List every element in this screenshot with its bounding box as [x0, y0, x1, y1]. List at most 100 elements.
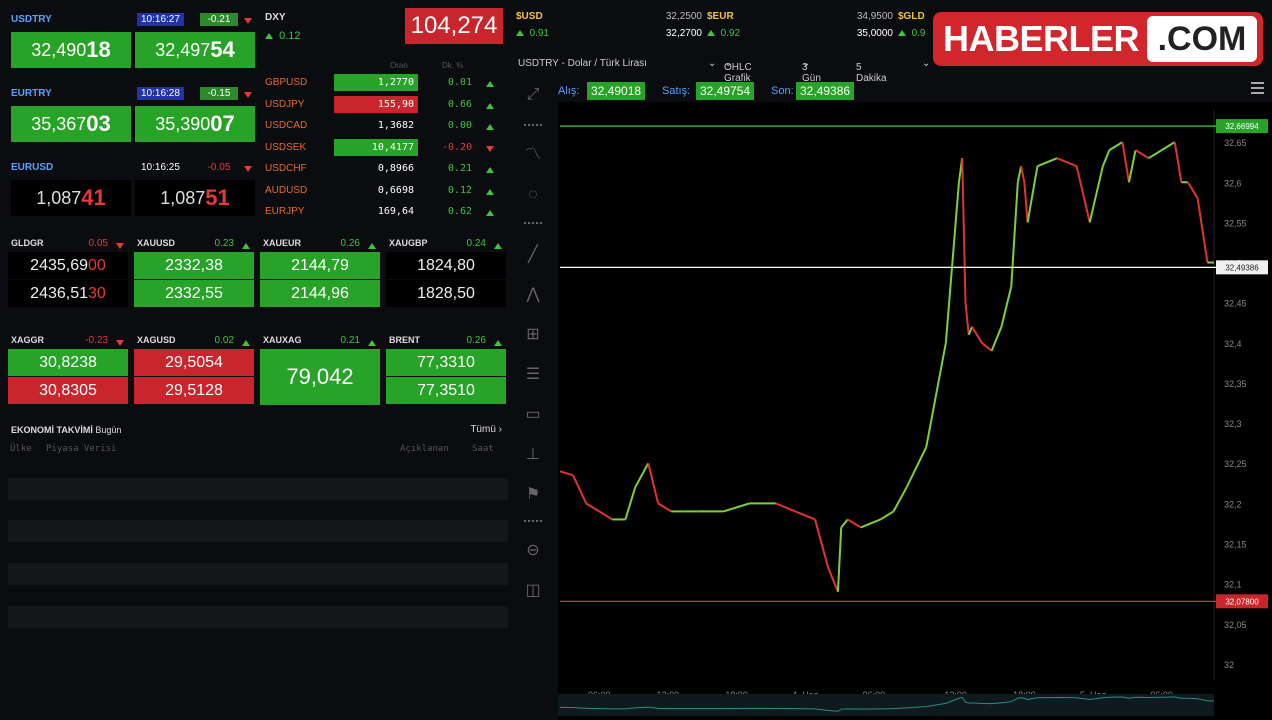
arrow-up-icon — [516, 30, 524, 37]
dxy-tile[interactable]: DXY 0.12 104,274 — [262, 6, 506, 46]
fx-time: 10:16:25 — [141, 162, 180, 173]
commodity-bid: 29,5054 — [134, 349, 254, 376]
commodity-ask: 2144,96 — [260, 280, 380, 307]
cross-row-gbpusd[interactable]: GBPUSD 1,2770 0.01 — [262, 72, 506, 94]
hamburger-menu-icon[interactable] — [1251, 82, 1264, 94]
arrow-up-icon — [494, 242, 502, 249]
cross-row-audusd[interactable]: AUDUSD 0,6698 0.12 — [262, 180, 506, 202]
fx-change: -0.21 — [200, 13, 238, 26]
ticker-symbol: $EUR — [707, 11, 734, 22]
calendar-row — [8, 563, 508, 585]
commodity-change: -0.23 — [85, 335, 108, 346]
fx-bid[interactable]: 32,490 18 — [11, 32, 131, 68]
fx-time: 10:16:27 — [137, 13, 184, 26]
calendar-row — [8, 606, 508, 628]
fx-time: 10:16:28 — [137, 87, 184, 100]
chevron-down-icon[interactable]: ⌄ — [708, 58, 716, 69]
commodity-name: XAUEUR — [263, 238, 302, 248]
cross-row-usdchf[interactable]: USDCHF 0,8966 0.21 — [262, 158, 506, 180]
cross-row-usdcad[interactable]: USDCAD 1,3682 0.00 — [262, 115, 506, 137]
fx-ask[interactable]: 1,087 51 — [135, 180, 255, 216]
arrow-up-icon — [242, 242, 250, 249]
level-label: 32,49386 — [1225, 263, 1259, 272]
arrow-down-icon — [116, 242, 124, 249]
y-tick-label: 32,15 — [1224, 540, 1247, 550]
commodity-change: 0.05 — [88, 238, 108, 249]
pitchfork-icon[interactable]: ⋀ — [522, 284, 544, 306]
fx-bid[interactable]: 35,367 03 — [11, 106, 131, 142]
commodity-xauusd[interactable]: XAUUSD 0.23 2332,38 2332,55 — [134, 234, 254, 308]
commodity-gldgr[interactable]: GLDGR 0.05 2435,69 00 2436,51 30 — [8, 234, 128, 308]
commodity-bid: 30,8238 — [8, 349, 128, 376]
commodity-ask: 77,3510 — [386, 377, 506, 404]
commodity-name: XAUGBP — [389, 238, 428, 248]
arrow-up-icon — [494, 339, 502, 346]
arrow-up-icon — [486, 167, 494, 174]
chart-background — [558, 102, 1272, 720]
fx-tile-eurusd[interactable]: EURUSD 10:16:25 -0.05 1,087 41 1,087 51 — [8, 158, 255, 216]
commodity-ask: 29,5128 — [134, 377, 254, 404]
commodity-brent[interactable]: BRENT 0.26 77,3310 77,3510 — [386, 331, 506, 405]
last-label: Son: — [771, 85, 794, 97]
ticker-0[interactable]: $USD 32,2500 0.91 32,2700 — [512, 6, 702, 46]
commodity-ask: 1828,50 — [386, 280, 506, 307]
chevron-down-icon[interactable]: ⌄ — [922, 58, 930, 69]
economic-calendar: EKONOMİ TAKVİMİ Bugün Tümü › Ülke Piyasa… — [8, 420, 508, 720]
commodity-xaggr[interactable]: XAGGR -0.23 30,8238 30,8305 — [8, 331, 128, 405]
zoom-icon[interactable]: ⊖ — [522, 540, 544, 562]
commodity-name: XAUXAG — [263, 335, 302, 345]
fx-tile-usdtry[interactable]: USDTRY 10:16:27 -0.21 32,490 18 32,497 54 — [8, 10, 255, 68]
fib-levels-icon[interactable]: ☰ — [522, 364, 544, 386]
arrow-down-icon — [116, 339, 124, 346]
eye-hidden-icon[interactable]: ◌ — [522, 184, 544, 206]
price-chart[interactable]: 32,6532,632,5532,532,4532,432,3532,332,2… — [558, 102, 1272, 720]
y-tick-label: 32,3 — [1224, 419, 1242, 429]
measure-icon[interactable]: ⊥ — [522, 444, 544, 466]
fx-ask[interactable]: 35,390 07 — [135, 106, 255, 142]
cross-value: 169,64 — [377, 206, 414, 217]
trendline-icon[interactable]: ╱ — [522, 244, 544, 266]
cross-row-usdjpy[interactable]: USDJPY 155,90 0.66 — [262, 94, 506, 116]
arrow-up-icon — [368, 339, 376, 346]
col-country: Ülke — [10, 444, 32, 454]
commodity-xauxag[interactable]: XAUXAG 0.21 79,042 — [260, 331, 380, 405]
commodity-value: 79,042 — [260, 349, 380, 405]
y-tick-label: 32 — [1224, 660, 1234, 670]
calendar-all-link[interactable]: Tümü › — [470, 424, 502, 435]
ticker-symbol: $USD — [516, 11, 543, 22]
fx-tile-eurtry[interactable]: EURTRY 10:16:28 -0.15 35,367 03 35,390 07 — [8, 84, 255, 142]
chart-type-select[interactable]: OHLC Grafik ⌄ — [724, 58, 752, 84]
cross-row-usdsek[interactable]: USDSEK 10,4177 -0.20 — [262, 137, 506, 159]
toolbar-separator — [524, 222, 542, 224]
cross-value: 0,8966 — [377, 163, 414, 174]
cross-name: GBPUSD — [265, 77, 308, 88]
fx-symbol: EURUSD — [11, 161, 54, 173]
chart-range-select[interactable]: 3 Gün ⌄ — [802, 58, 821, 84]
cross-change: 0.01 — [447, 77, 472, 88]
chart-symbol-select[interactable]: USDTRY - Dolar / Türk Lirası — [518, 58, 647, 69]
ticker-1[interactable]: $EUR 34,9500 0.92 35,0000 — [703, 6, 893, 46]
fx-change: -0.15 — [200, 87, 238, 100]
col-announced: Açıklanan — [400, 444, 449, 454]
commodity-xaueur[interactable]: XAUEUR 0.26 2144,79 2144,96 — [260, 234, 380, 308]
commodity-xaugbp[interactable]: XAUGBP 0.24 1824,80 1828,50 — [386, 234, 506, 308]
fx-ask[interactable]: 32,497 54 — [135, 32, 255, 68]
grid-icon[interactable]: ⊞ — [522, 324, 544, 346]
fx-bid[interactable]: 1,087 41 — [11, 180, 131, 216]
cross-change: 0.66 — [447, 98, 472, 110]
ask-label: Satış: — [662, 85, 691, 97]
cross-row-eurjpy[interactable]: EURJPY 169,64 0.62 — [262, 201, 506, 223]
line-chart-icon[interactable]: 〽 — [522, 144, 544, 166]
text-icon[interactable]: ▭ — [522, 404, 544, 426]
col-data: Piyasa Verisi — [46, 444, 117, 454]
commodity-bid: 77,3310 — [386, 349, 506, 376]
last-value: 32,49386 — [796, 82, 855, 100]
ticker-ask: 32,2700 — [665, 28, 702, 39]
commodity-xagusd[interactable]: XAGUSD 0.02 29,5054 29,5128 — [134, 331, 254, 405]
cross-value: 1,2770 — [334, 74, 418, 91]
arrow-down-icon — [244, 92, 252, 99]
flag-icon[interactable]: ⚑ — [522, 484, 544, 506]
bookmark-icon[interactable]: ◫ — [522, 580, 544, 602]
fullscreen-icon[interactable]: ⤢ — [522, 84, 544, 106]
arrow-up-icon — [486, 124, 494, 131]
